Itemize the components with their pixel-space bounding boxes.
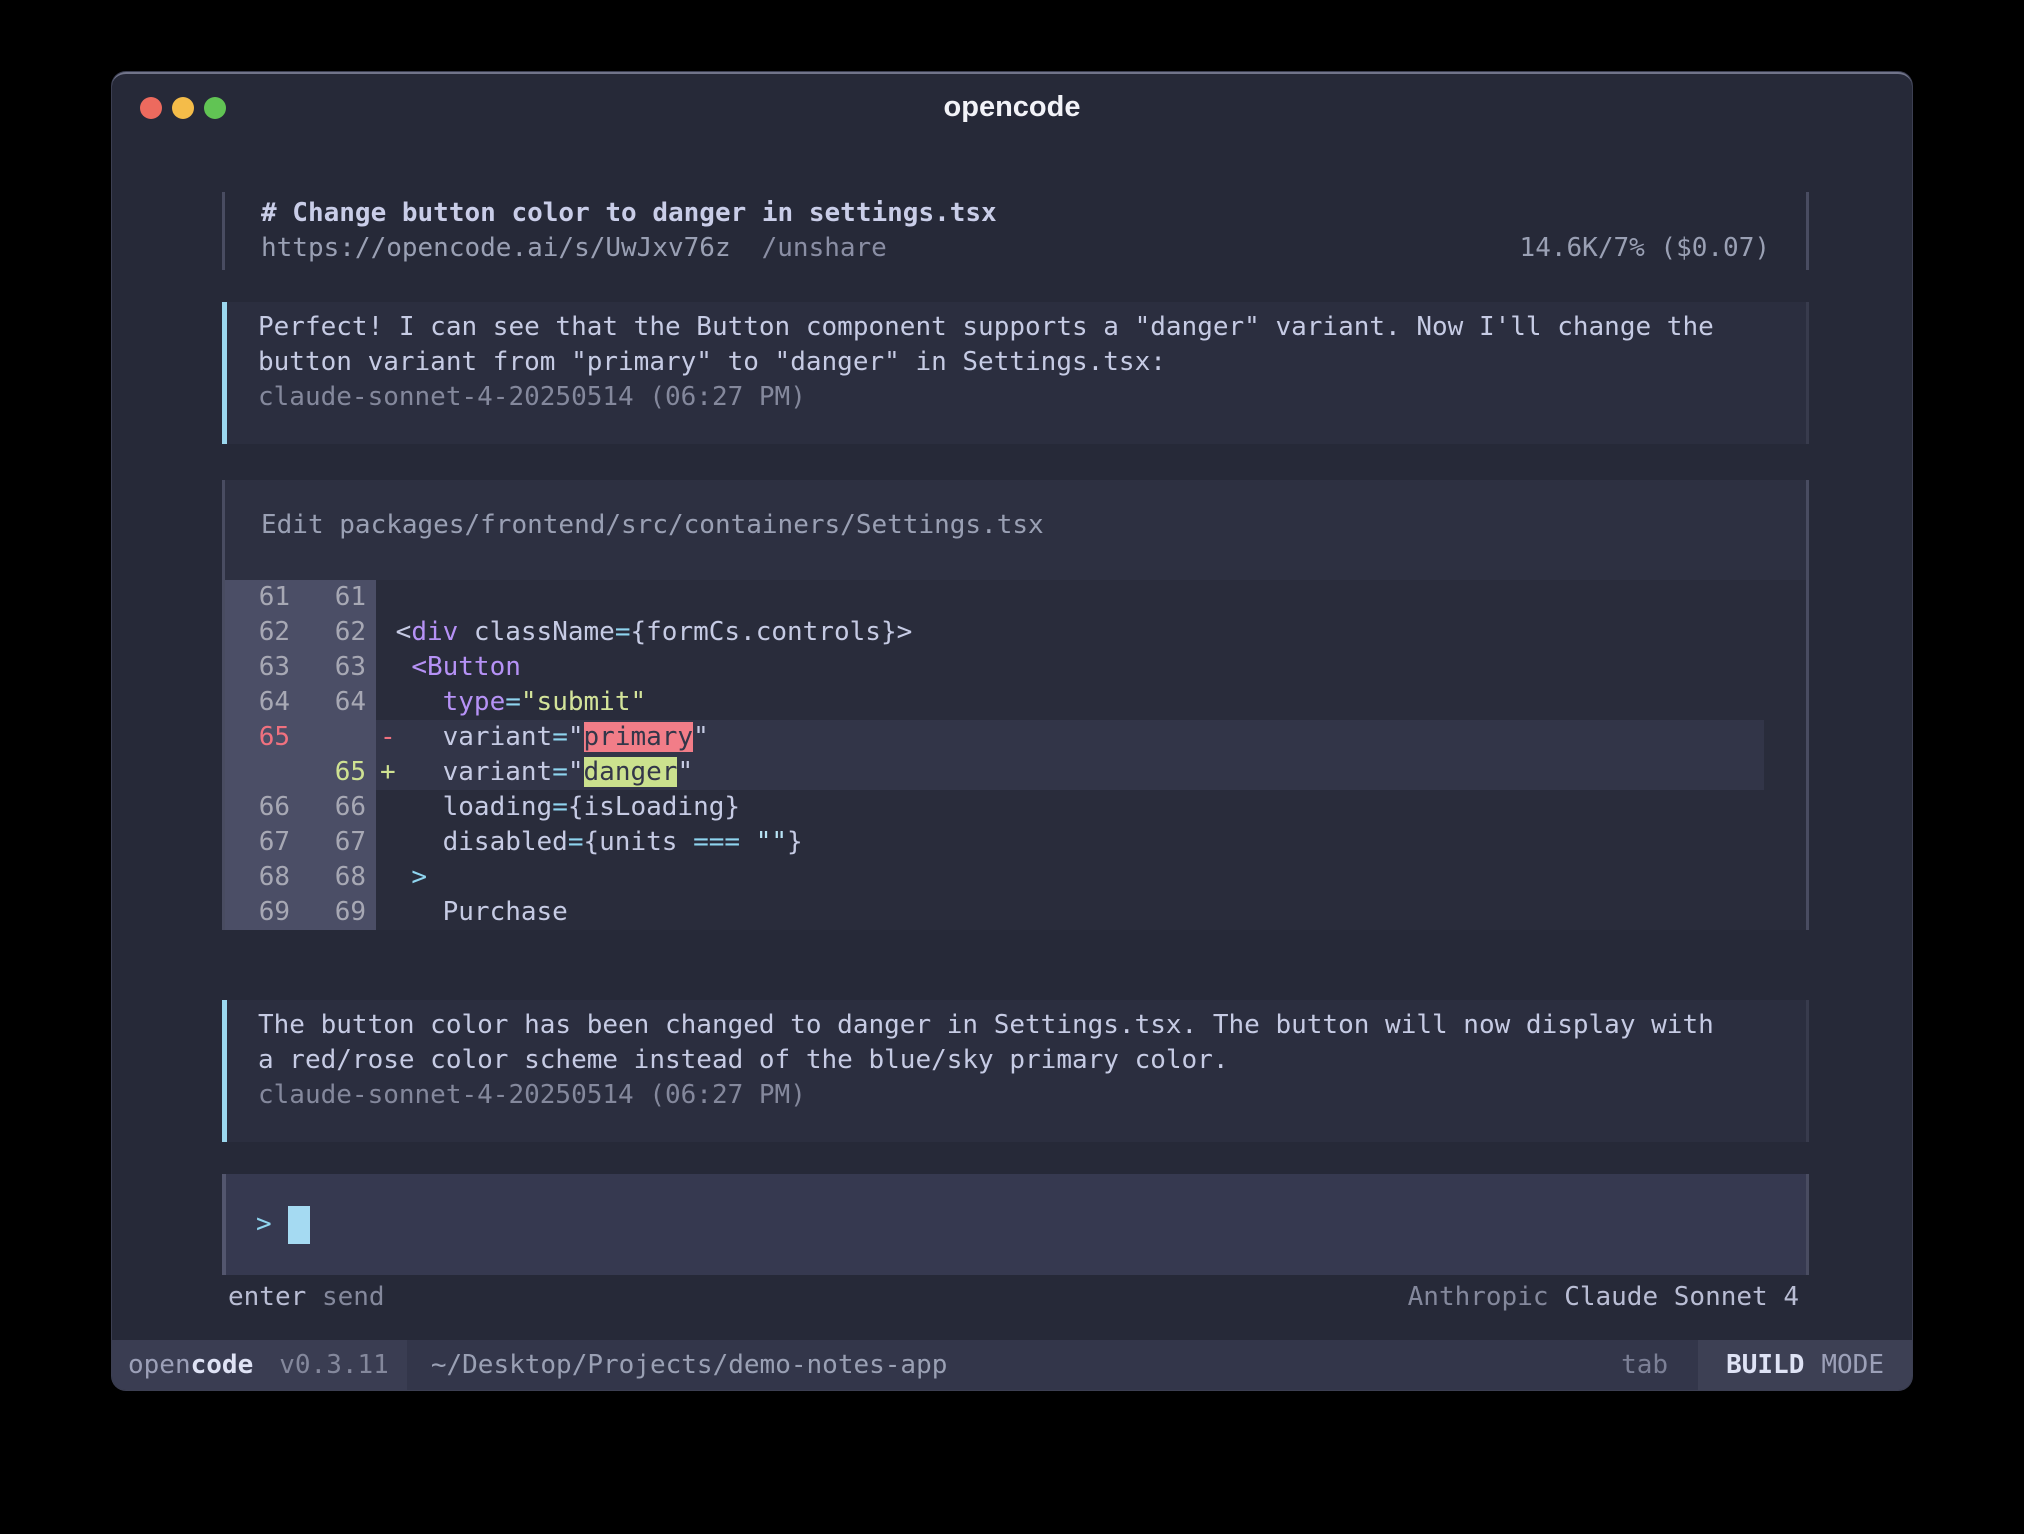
message-line: Perfect! I can see that the Button compo… [258, 310, 1770, 345]
text-cursor [288, 1206, 310, 1244]
diff-row: 65+ variant="danger" [225, 755, 1806, 790]
unshare-command: /unshare [762, 233, 887, 263]
code-line: <Button [376, 650, 1806, 685]
message-line: The button color has been changed to dan… [258, 1008, 1770, 1043]
app-name: open [128, 1348, 191, 1383]
diff-row: 6464 type="submit" [225, 685, 1806, 720]
prompt-symbol: > [256, 1207, 272, 1242]
line-number-gutter: 6262 [225, 615, 376, 650]
mode-indicator[interactable]: BUILD MODE [1698, 1340, 1912, 1390]
message-line: a red/rose color scheme instead of the b… [258, 1043, 1770, 1078]
app-version: v0.3.11 [279, 1348, 389, 1383]
code-line: type="submit" [376, 685, 1806, 720]
line-number-gutter: 6464 [225, 685, 376, 720]
code-line: loading={isLoading} [376, 790, 1806, 825]
session-header: # Change button color to danger in setti… [222, 192, 1809, 270]
code-line: > [376, 860, 1806, 895]
message-meta: claude-sonnet-4-20250514 (06:27 PM) [258, 380, 1770, 415]
line-number-gutter: 6868 [225, 860, 376, 895]
code-line: disabled={units === ""} [376, 825, 1806, 860]
diff-row: 6161 [225, 580, 1806, 615]
diff-row: 6868 > [225, 860, 1806, 895]
line-number-gutter: 65 [225, 720, 376, 755]
code-line: Purchase [376, 895, 1806, 930]
line-number-gutter: 6767 [225, 825, 376, 860]
message-line: button variant from "primary" to "danger… [258, 345, 1770, 380]
diff-view: 61616262 <div className={formCs.controls… [225, 580, 1806, 930]
code-line [376, 580, 1806, 615]
code-line: - variant="primary" [376, 720, 1806, 755]
line-number-gutter: 6666 [225, 790, 376, 825]
code-line: + variant="danger" [376, 755, 1806, 790]
assistant-message: Perfect! I can see that the Button compo… [222, 302, 1809, 444]
tab-key-hint: tab [1621, 1348, 1668, 1383]
message-meta: claude-sonnet-4-20250514 (06:27 PM) [258, 1078, 1770, 1113]
code-line: <div className={formCs.controls}> [376, 615, 1806, 650]
diff-row: 6262 <div className={formCs.controls}> [225, 615, 1806, 650]
line-number-gutter: 6161 [225, 580, 376, 615]
token-usage: 14.6K/7% ($0.07) [1520, 231, 1770, 266]
session-title: # Change button color to danger in setti… [261, 196, 1770, 231]
app-version-segment: opencode v0.3.11 [112, 1340, 407, 1390]
diff-row: 6363 <Button [225, 650, 1806, 685]
hint-bar: enter send Anthropic Claude Sonnet 4 [222, 1279, 1799, 1315]
titlebar: opencode [112, 74, 1912, 140]
chat-input[interactable]: > [222, 1174, 1809, 1275]
working-directory: ~/Desktop/Projects/demo-notes-app [431, 1348, 948, 1383]
diff-row: 6767 disabled={units === ""} [225, 825, 1806, 860]
status-bar: opencode v0.3.11 ~/Desktop/Projects/demo… [112, 1340, 1912, 1390]
edit-tool-block: Edit packages/frontend/src/containers/Se… [222, 480, 1809, 930]
edit-file-title: Edit packages/frontend/src/containers/Se… [225, 480, 1806, 543]
line-number-gutter: 65 [225, 755, 376, 790]
model-indicator: Anthropic Claude Sonnet 4 [1408, 1279, 1799, 1315]
diff-row: 65- variant="primary" [225, 720, 1806, 755]
assistant-message: The button color has been changed to dan… [222, 1000, 1809, 1142]
window-title: opencode [112, 74, 1912, 140]
send-hint: enter send [228, 1279, 385, 1315]
line-number-gutter: 6363 [225, 650, 376, 685]
line-number-gutter: 6969 [225, 895, 376, 930]
share-line: https://opencode.ai/s/UwJxv76z/unshare [261, 231, 887, 266]
opencode-terminal-window: opencode # Change button color to danger… [112, 72, 1912, 1390]
diff-row: 6666 loading={isLoading} [225, 790, 1806, 825]
share-url[interactable]: https://opencode.ai/s/UwJxv76z [261, 233, 731, 263]
diff-row: 6969 Purchase [225, 895, 1806, 930]
